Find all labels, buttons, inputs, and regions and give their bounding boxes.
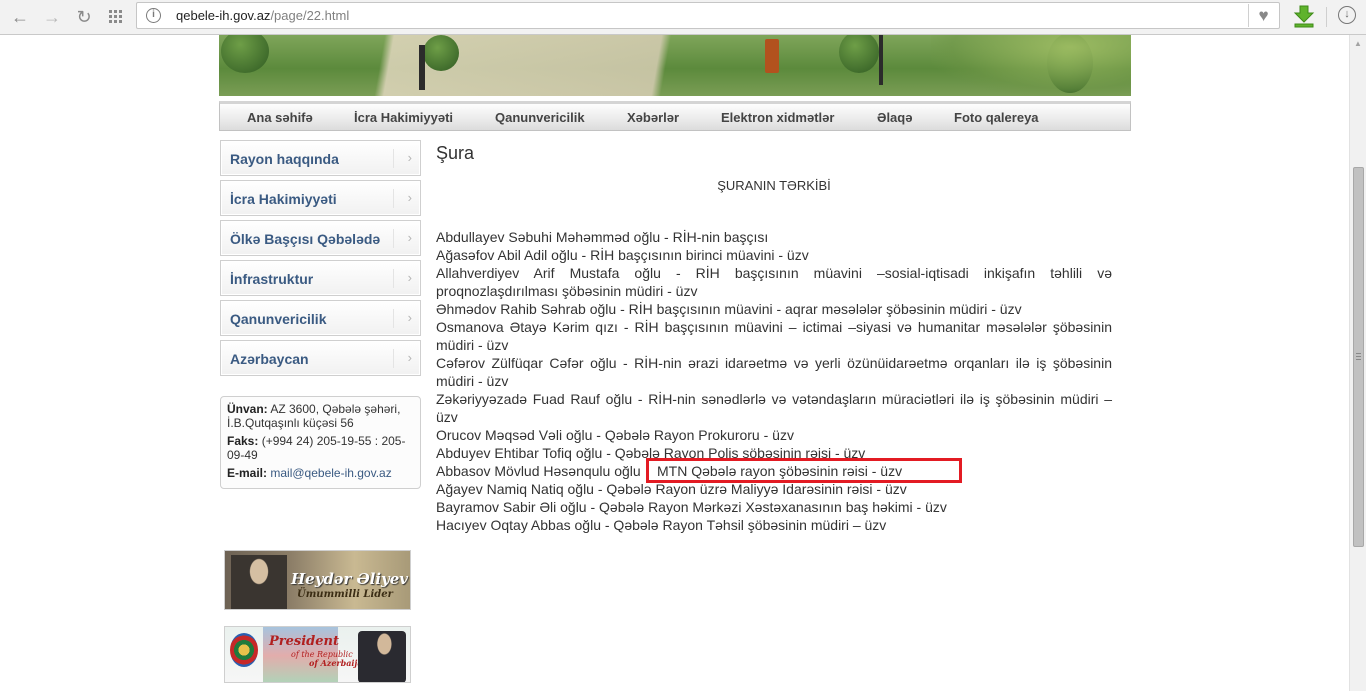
council-members-list: Abdullayev Səbuhi Məhəmməd oğlu - RİH-ni… (436, 228, 1112, 534)
section-heading: ŞURANIN TƏRKİBİ (717, 178, 831, 193)
toolbar-separator (1326, 7, 1327, 27)
sidebar-item-label: İnfrastruktur (230, 271, 314, 287)
list-item: Osmanova Ətayə Kərim qızı - RİH başçısın… (436, 319, 1112, 353)
sidebar-item-head-of-state[interactable]: Ölkə Başçısı Qəbələdə › (220, 220, 421, 256)
sidebar-item-legislation[interactable]: Qanunvericilik › (220, 300, 421, 336)
apps-grid-icon[interactable] (104, 5, 128, 29)
portrait-image (231, 555, 287, 609)
header-banner-image (219, 35, 1131, 96)
address-row: Ünvan: AZ 3600, Qəbələ şəhəri, İ.B.Qutqa… (227, 402, 414, 430)
nav-e-services[interactable]: Elektron xidmətlər (721, 110, 834, 125)
sidebar-item-infrastructure[interactable]: İnfrastruktur › (220, 260, 421, 296)
chevron-right-icon: › (407, 190, 412, 205)
sidebar-item-executive-power[interactable]: İcra Hakimiyyəti › (220, 180, 421, 216)
sidebar-item-label: Rayon haqqında (230, 151, 339, 167)
page-scrollbar[interactable]: ▲ (1349, 35, 1366, 691)
email-row: E-mail: mail@qebele-ih.gov.az (227, 466, 414, 480)
list-item: Hacıyev Oqtay Abbas oğlu - Qəbələ Rayon … (436, 517, 887, 533)
nav-legislation[interactable]: Qanunvericilik (495, 110, 585, 125)
state-emblem-icon (230, 633, 258, 667)
list-item: Allahverdiyev Arif Mustafa oğlu - RİH ba… (436, 265, 1112, 299)
address-bar[interactable]: i qebele-ih.gov.az/page/22.html ♥ (136, 2, 1280, 29)
fax-label: Faks: (227, 434, 259, 448)
scroll-thumb[interactable] (1353, 167, 1364, 547)
list-item: Bayramov Sabir Əli oğlu - Qəbələ Rayon M… (436, 499, 947, 515)
sidebar-item-label: Azərbaycan (230, 351, 309, 367)
nav-executive-power[interactable]: İcra Hakimiyyəti (354, 110, 453, 125)
list-item: Ağasəfov Abil Adil oğlu - RİH başçısının… (436, 247, 809, 263)
url-host: qebele-ih.gov.az (176, 8, 271, 23)
sidebar-item-label: İcra Hakimiyyəti (230, 191, 337, 207)
browser-toolbar: ← → ↻ i qebele-ih.gov.az/page/22.html ♥ … (0, 0, 1366, 35)
nav-home[interactable]: Ana səhifə (247, 110, 313, 125)
scroll-up-arrow-icon[interactable]: ▲ (1350, 37, 1366, 51)
president-banner-title: President (269, 634, 339, 649)
nav-photo-gallery[interactable]: Foto qalereya (954, 110, 1039, 125)
list-item: Əhmədov Rahib Səhrab oğlu - RİH başçısın… (436, 301, 1022, 317)
highlight-box: MTN Qəbələ rayon şöbəsinin rəisi - üzv (646, 458, 962, 483)
nav-contact[interactable]: Əlaqə (877, 110, 912, 125)
url-text[interactable]: qebele-ih.gov.az/page/22.html (176, 8, 349, 23)
nav-news[interactable]: Xəbərlər (627, 110, 679, 125)
email-label: E-mail: (227, 466, 268, 480)
list-item: Orucov Məqsəd Vəli oğlu - Qəbələ Rayon P… (436, 427, 794, 443)
heydar-banner-title: Heydər Əliyev (291, 570, 409, 588)
url-path: /page/22.html (270, 8, 350, 23)
download-extension-icon[interactable] (1292, 4, 1316, 28)
heydar-aliyev-banner[interactable]: Heydər Əliyev Ümummilli Lider (224, 550, 411, 610)
chevron-right-icon: › (407, 350, 412, 365)
email-link[interactable]: mail@qebele-ih.gov.az (270, 466, 391, 480)
site-info-icon[interactable]: i (146, 8, 161, 23)
fax-row: Faks: (+994 24) 205-19-55 : 205-09-49 (227, 434, 414, 462)
list-item: Abdullayev Səbuhi Məhəmməd oğlu - RİH-ni… (436, 229, 769, 245)
address-label: Ünvan: (227, 402, 268, 416)
chevron-right-icon: › (407, 270, 412, 285)
highlighted-text: MTN Qəbələ rayon şöbəsinin rəisi - üzv (657, 463, 903, 479)
main-navigation: Ana səhifə İcra Hakimiyyəti Qanunvericil… (219, 101, 1131, 131)
back-arrow-icon[interactable]: ← (8, 5, 32, 29)
forward-arrow-icon[interactable]: → (40, 5, 64, 29)
sidebar-item-azerbaijan[interactable]: Azərbaycan › (220, 340, 421, 376)
heydar-banner-subtitle: Ümummilli Lider (297, 589, 393, 600)
page-title: Şura (436, 143, 475, 163)
sidebar-item-label: Qanunvericilik (230, 311, 327, 327)
contact-info-box: Ünvan: AZ 3600, Qəbələ şəhəri, İ.B.Qutqa… (220, 396, 421, 489)
bookmark-heart-icon[interactable]: ♥ (1248, 4, 1278, 27)
list-item: Zəkəriyyəzadə Fuad Rauf oğlu - RİH-nin s… (436, 391, 1112, 425)
download-manager-icon[interactable]: ↓ (1338, 6, 1356, 24)
portrait-image (358, 631, 406, 682)
reload-icon[interactable]: ↻ (72, 5, 96, 29)
sidebar-item-about-region[interactable]: Rayon haqqında › (220, 140, 421, 176)
sidebar-item-label: Ölkə Başçısı Qəbələdə (230, 231, 381, 247)
chevron-right-icon: › (407, 150, 412, 165)
chevron-right-icon: › (407, 310, 412, 325)
list-item: Cəfərov Zülfüqar Cəfər oğlu - RİH-nin ər… (436, 355, 1112, 389)
president-banner[interactable]: President of the Republic of Azerbaijan (224, 626, 411, 683)
chevron-right-icon: › (407, 230, 412, 245)
